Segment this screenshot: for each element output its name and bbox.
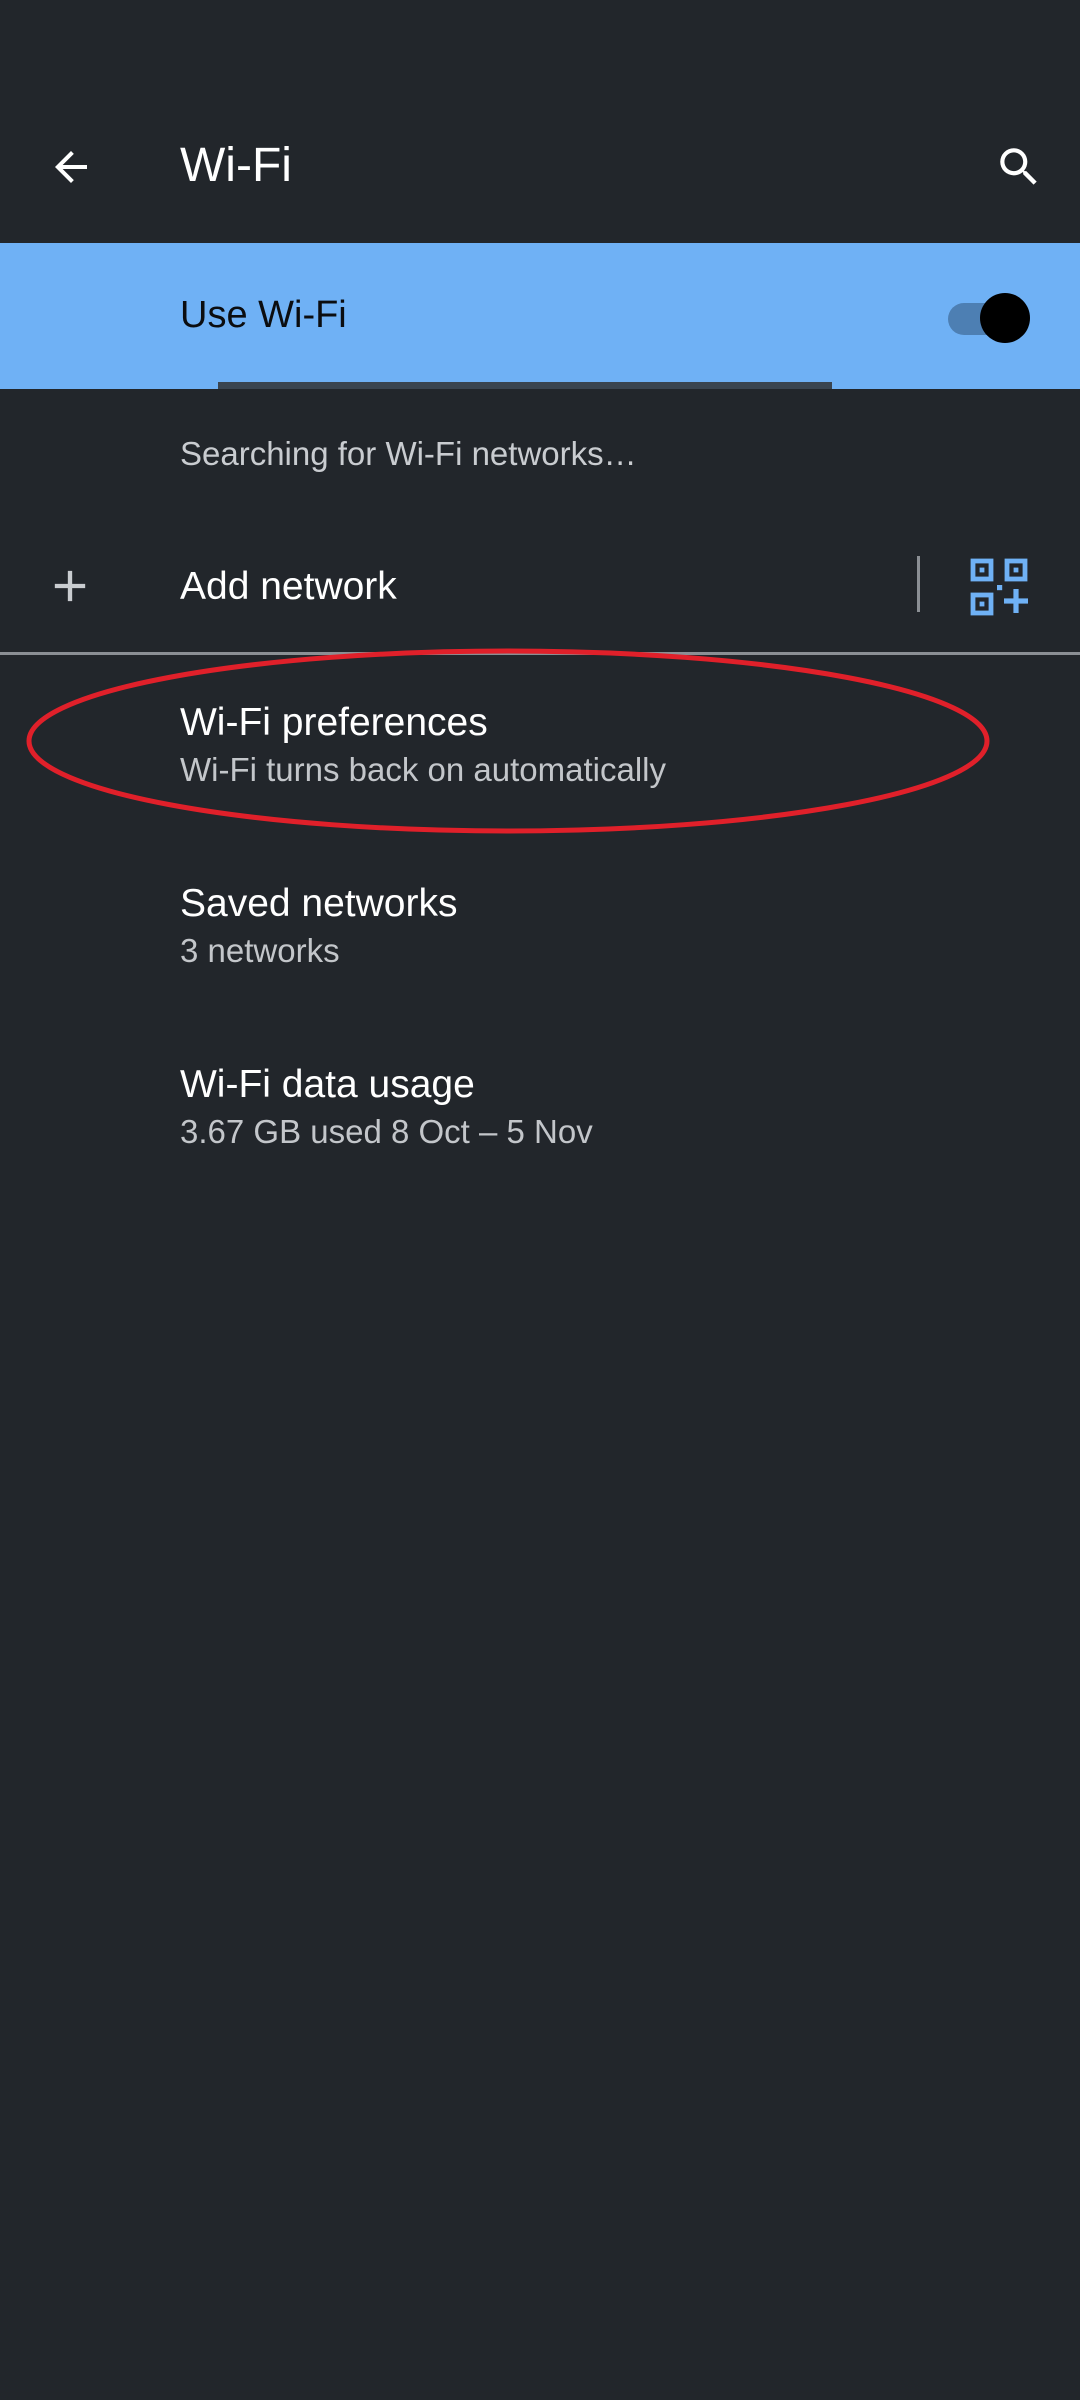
use-wifi-label: Use Wi-Fi	[180, 294, 347, 336]
scan-qr-code-button[interactable]	[966, 554, 1032, 620]
list-item-wifi-preferences[interactable]: Wi-Fi preferences Wi-Fi turns back on au…	[0, 698, 1080, 868]
use-wifi-row[interactable]: Use Wi-Fi	[0, 243, 1080, 389]
scanning-progress-indicator	[218, 382, 832, 389]
vertical-divider	[917, 556, 920, 612]
add-network-row[interactable]: Add network	[0, 520, 1080, 655]
switch-thumb	[980, 293, 1030, 343]
list-item-title: Wi-Fi data usage	[180, 1063, 475, 1106]
add-network-label: Add network	[180, 565, 397, 608]
arrow-back-icon	[55, 151, 87, 183]
back-button[interactable]	[36, 132, 106, 202]
list-item-subtitle: Wi-Fi turns back on automatically	[180, 751, 666, 788]
list-item-subtitle: 3.67 GB used 8 Oct – 5 Nov	[180, 1113, 593, 1150]
list-item-title: Saved networks	[180, 882, 458, 925]
list-item-saved-networks[interactable]: Saved networks 3 networks	[0, 879, 1080, 1049]
page-title: Wi-Fi	[180, 139, 292, 192]
scan-status-text: Searching for Wi-Fi networks…	[180, 435, 637, 472]
plus-icon	[54, 570, 86, 602]
list-item-title: Wi-Fi preferences	[180, 701, 488, 744]
list-item-subtitle: 3 networks	[180, 932, 340, 969]
search-icon	[1000, 148, 1037, 185]
use-wifi-switch[interactable]	[948, 293, 1036, 343]
app-bar: Wi-Fi	[0, 90, 1080, 245]
list-item-wifi-data-usage[interactable]: Wi-Fi data usage 3.67 GB used 8 Oct – 5 …	[0, 1060, 1080, 1230]
qr-code-scanner-icon	[970, 558, 1028, 616]
search-button[interactable]	[984, 132, 1054, 202]
